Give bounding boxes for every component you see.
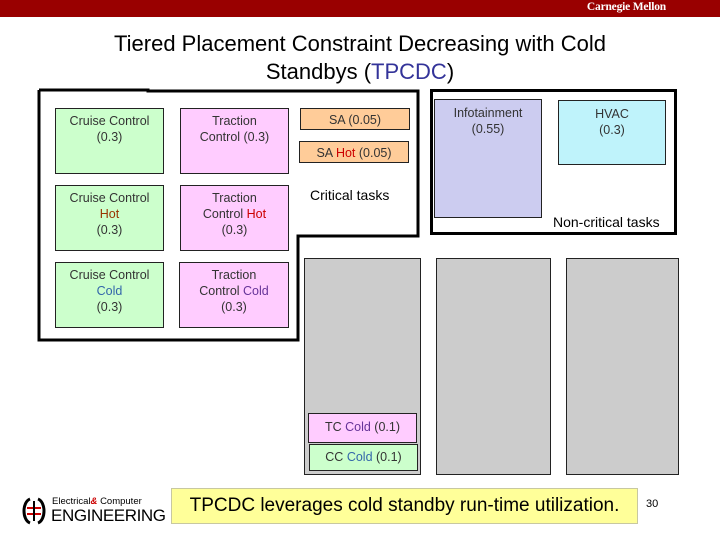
takeaway-callout: TPCDC leverages cold standby run-time ut… <box>171 488 638 524</box>
task-cruise-control-cold[interactable]: Cruise Control Cold (0.3) <box>55 262 164 328</box>
page-number: 30 <box>646 498 659 510</box>
task-traction-control-hot[interactable]: Traction Control Hot (0.3) <box>180 185 289 251</box>
hot-tag: Hot <box>246 207 267 221</box>
cold-tag: Cold <box>243 284 269 298</box>
ece-logo-icon <box>22 497 46 525</box>
task-cruise-control-hot[interactable]: Cruise Control Hot (0.3) <box>55 185 164 251</box>
ece-logo: Electrical& Computer ENGINEERING <box>18 494 166 528</box>
hot-tag: Hot <box>335 146 356 160</box>
task-tc-cold[interactable]: TC Cold (0.1) <box>308 413 417 443</box>
cold-tag: Cold <box>345 420 371 434</box>
task-cruise-control[interactable]: Cruise Control (0.3) <box>55 108 164 174</box>
hot-tag: Hot <box>99 207 120 221</box>
task-sa-hot[interactable]: SA Hot (0.05) <box>299 141 409 163</box>
task-hvac[interactable]: HVAC (0.3) <box>558 100 666 165</box>
task-traction-control-cold[interactable]: Traction Control Cold (0.3) <box>179 262 289 328</box>
processor-3[interactable] <box>566 258 679 475</box>
cold-tag: Cold <box>96 284 123 298</box>
task-traction-control[interactable]: Traction Control (0.3) <box>180 108 289 174</box>
task-infotainment[interactable]: Infotainment (0.55) <box>434 99 542 218</box>
noncritical-tasks-label: Non-critical tasks <box>553 214 660 230</box>
task-cc-cold[interactable]: CC Cold (0.1) <box>309 444 418 471</box>
critical-tasks-label: Critical tasks <box>310 187 390 203</box>
ece-logo-line2: ENGINEERING <box>51 506 166 525</box>
cold-tag: Cold <box>346 450 373 464</box>
task-sa[interactable]: SA (0.05) <box>300 108 410 130</box>
processor-2[interactable] <box>436 258 551 475</box>
